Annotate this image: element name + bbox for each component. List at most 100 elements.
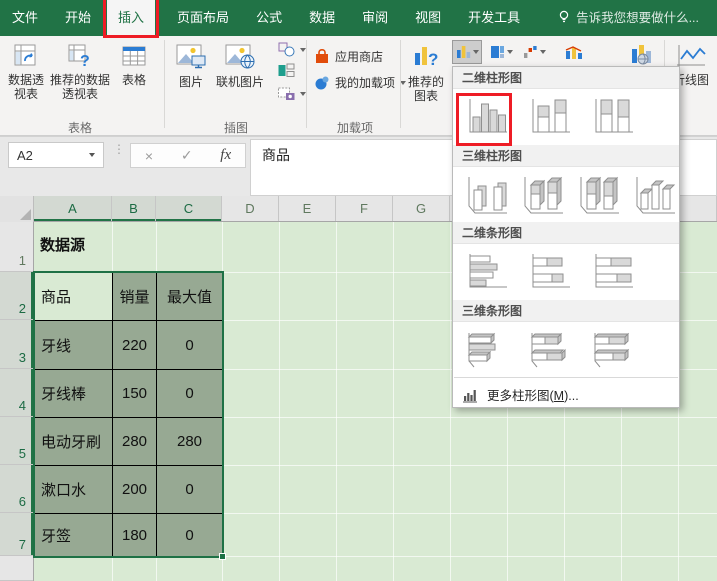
column-header-A[interactable]: A — [34, 196, 112, 221]
column-header-B[interactable]: B — [112, 196, 156, 221]
recommended-charts-button[interactable]: ? 推荐的 图表 — [404, 43, 448, 103]
tell-me-placeholder: 告诉我您想要做什么... — [576, 11, 699, 25]
column-header-E[interactable]: E — [279, 196, 336, 221]
cell-B2[interactable]: 销量 — [113, 273, 157, 321]
hierarchy-chart-dropdown-arrow — [506, 50, 513, 54]
cell-A6[interactable]: 漱口水 — [35, 466, 113, 514]
tab-view[interactable]: 视图 — [415, 0, 441, 36]
tab-file[interactable]: 文件 — [12, 0, 38, 36]
insert-column-chart-button[interactable] — [452, 40, 482, 64]
cell-A2[interactable]: 商品 — [35, 273, 113, 321]
chart-option-3d-column[interactable] — [628, 171, 678, 219]
row-header-7[interactable]: 7 — [0, 513, 33, 556]
recommended-pivottable-icon: ? — [68, 44, 90, 69]
name-box[interactable]: A2 — [8, 142, 104, 168]
online-picture-icon — [225, 44, 255, 69]
cell-A5[interactable]: 电动牙刷 — [35, 418, 113, 466]
row-header-strip: 1 2 3 4 5 6 7 — [0, 222, 34, 581]
online-pictures-button[interactable]: 联机图片 — [212, 43, 268, 89]
chart-option-100-stacked-bar[interactable] — [586, 248, 638, 296]
chart-option-clustered-bar[interactable] — [460, 248, 512, 296]
column-header[interactable] — [678, 196, 717, 221]
chart-option-100-stacked-column[interactable] — [586, 93, 638, 141]
enter-icon[interactable]: ✓ — [181, 147, 193, 164]
tab-formulas[interactable]: 公式 — [256, 0, 282, 36]
cell-B5[interactable]: 280 — [113, 418, 157, 466]
more-column-charts-item[interactable]: 更多柱形图(M)... — [453, 380, 679, 409]
row-header-6[interactable]: 6 — [0, 465, 33, 513]
pivottable-button[interactable]: 数据透视表 — [4, 43, 48, 101]
hundred-stacked-bar-icon — [595, 254, 633, 288]
formula-bar-grip[interactable]: ⋮ — [113, 143, 125, 155]
cell-A7[interactable]: 牙签 — [35, 514, 113, 557]
tab-home[interactable]: 开始 — [65, 0, 91, 36]
cell-A1[interactable]: 数据源 — [40, 234, 85, 255]
cell-C5[interactable]: 280 — [157, 418, 223, 466]
row-header-3[interactable]: 3 — [0, 320, 33, 369]
tab-insert[interactable]: 插入 — [103, 0, 160, 38]
pictures-button[interactable]: 图片 — [170, 43, 212, 89]
chart-option-3d-stacked-bar[interactable] — [523, 325, 575, 373]
gridline — [336, 222, 337, 581]
row-header-2[interactable]: 2 — [0, 272, 33, 320]
cell-B3[interactable]: 220 — [113, 321, 157, 370]
cell-C3[interactable]: 0 — [157, 321, 223, 370]
tab-page-layout[interactable]: 页面布局 — [177, 0, 229, 36]
table-button[interactable]: 表格 — [112, 43, 156, 87]
column-header-C[interactable]: C — [156, 196, 222, 221]
chart-option-3d-100-stacked-column[interactable] — [572, 171, 622, 219]
combo-chart-icon — [565, 45, 582, 59]
smartart-button[interactable] — [278, 63, 295, 78]
cell-C7[interactable]: 0 — [157, 514, 223, 557]
column-header-D[interactable]: D — [222, 196, 279, 221]
cell-C4[interactable]: 0 — [157, 370, 223, 418]
recommended-pivottables-button[interactable]: ? 推荐的数据透视表 — [48, 43, 112, 101]
screenshot-button[interactable] — [278, 86, 306, 101]
row-header-4[interactable]: 4 — [0, 369, 33, 417]
column-header-G[interactable]: G — [393, 196, 450, 221]
cell-C6[interactable]: 0 — [157, 466, 223, 514]
select-all-button[interactable] — [0, 196, 34, 222]
insert-waterfall-chart-button[interactable] — [519, 40, 549, 64]
waterfall-chart-icon — [523, 46, 537, 58]
menu-section-3d-bar: 三维条形图 — [453, 300, 679, 322]
tell-me-search[interactable]: 告诉我您想要做什么... — [558, 7, 699, 36]
insert-function-icon[interactable]: fx — [220, 147, 231, 164]
store-button[interactable]: 应用商店 — [314, 48, 383, 65]
group-label-illustrations: 插图 — [223, 121, 248, 135]
chart-option-3d-stacked-column[interactable] — [516, 171, 566, 219]
tab-developer[interactable]: 开发工具 — [468, 0, 520, 36]
stacked-column-icon — [532, 99, 570, 133]
cancel-icon[interactable]: × — [145, 148, 153, 164]
cell-B4[interactable]: 150 — [113, 370, 157, 418]
name-box-value: A2 — [17, 147, 33, 163]
chart-option-stacked-column[interactable] — [523, 93, 575, 141]
menu-section-2d-bar: 二维条形图 — [453, 222, 679, 244]
cell-C2[interactable]: 最大值 — [157, 273, 223, 321]
insert-hierarchy-chart-button[interactable] — [486, 40, 516, 64]
three-d-stacked-column-icon — [524, 176, 563, 213]
chart-option-clustered-column[interactable] — [460, 93, 512, 141]
chart-option-3d-clustered-bar[interactable] — [460, 325, 512, 373]
tab-data[interactable]: 数据 — [309, 0, 335, 36]
formula-buttons: × ✓ fx — [130, 143, 246, 168]
chart-option-3d-clustered-column[interactable] — [460, 171, 510, 219]
chart-option-stacked-bar[interactable] — [523, 248, 575, 296]
data-table[interactable]: 商品 销量 最大值 牙线 220 0 牙线棒 150 0 电动牙刷 280 28… — [34, 272, 223, 557]
column-header-F[interactable]: F — [336, 196, 393, 221]
chart-option-3d-100-stacked-bar[interactable] — [586, 325, 638, 373]
group-separator — [164, 40, 165, 128]
cell-A4[interactable]: 牙线棒 — [35, 370, 113, 418]
cell-B6[interactable]: 200 — [113, 466, 157, 514]
row-header-5[interactable]: 5 — [0, 417, 33, 465]
cell-B7[interactable]: 180 — [113, 514, 157, 557]
cell-A3[interactable]: 牙线 — [35, 321, 113, 370]
selection-fill-handle[interactable] — [219, 553, 226, 560]
my-addins-button[interactable]: 我的加载项 — [314, 74, 407, 91]
row-header-1[interactable]: 1 — [0, 222, 33, 272]
tab-review[interactable]: 审阅 — [362, 0, 388, 36]
row-header-8[interactable] — [0, 556, 33, 581]
shapes-button[interactable] — [278, 42, 306, 57]
pivotchart-button[interactable] — [622, 40, 664, 68]
insert-combo-chart-button[interactable] — [556, 40, 592, 64]
